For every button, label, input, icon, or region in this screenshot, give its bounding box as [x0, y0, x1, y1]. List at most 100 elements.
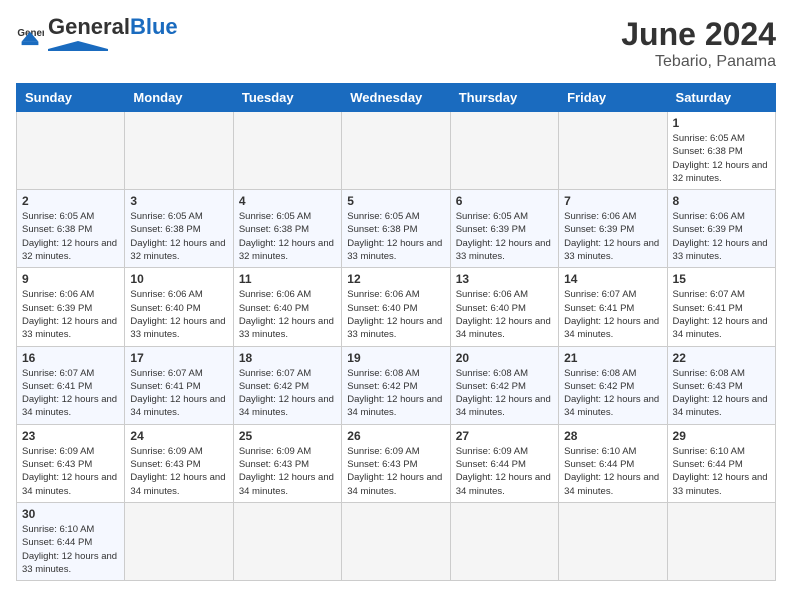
day-info: Sunrise: 6:09 AMSunset: 6:44 PMDaylight:…	[456, 445, 553, 498]
month-title: June 2024	[621, 16, 776, 53]
calendar-cell: 11Sunrise: 6:06 AMSunset: 6:40 PMDayligh…	[233, 268, 341, 346]
day-info: Sunrise: 6:07 AMSunset: 6:41 PMDaylight:…	[564, 288, 661, 341]
calendar-cell: 30Sunrise: 6:10 AMSunset: 6:44 PMDayligh…	[17, 502, 125, 580]
day-info: Sunrise: 6:05 AMSunset: 6:38 PMDaylight:…	[130, 210, 227, 263]
col-saturday: Saturday	[667, 84, 775, 112]
calendar-cell: 22 Sunrise: 6:08 AMSunset: 6:43 PMDayligh…	[667, 346, 775, 424]
logo-icon: General	[16, 22, 44, 50]
calendar-cell: 1 Sunrise: 6:05 AMSunset: 6:38 PMDaylight…	[667, 112, 775, 190]
calendar-cell: 14 Sunrise: 6:07 AMSunset: 6:41 PMDayligh…	[559, 268, 667, 346]
calendar-cell: 15Sunrise: 6:07 AMSunset: 6:41 PMDayligh…	[667, 268, 775, 346]
calendar-week-row: 2 Sunrise: 6:05 AMSunset: 6:38 PMDaylight…	[17, 190, 776, 268]
day-number: 22	[673, 351, 770, 365]
calendar-cell: 10Sunrise: 6:06 AMSunset: 6:40 PMDayligh…	[125, 268, 233, 346]
day-number: 7	[564, 194, 661, 208]
day-number: 15	[673, 272, 770, 286]
day-info: Sunrise: 6:06 AMSunset: 6:39 PMDaylight:…	[673, 210, 770, 263]
calendar-cell	[342, 502, 450, 580]
calendar-cell: 3 Sunrise: 6:05 AMSunset: 6:38 PMDaylight…	[125, 190, 233, 268]
calendar-cell	[125, 112, 233, 190]
calendar-cell: 4Sunrise: 6:05 AMSunset: 6:38 PMDaylight…	[233, 190, 341, 268]
calendar-cell: 9 Sunrise: 6:06 AMSunset: 6:39 PMDaylight…	[17, 268, 125, 346]
calendar-cell	[450, 112, 558, 190]
calendar-cell: 8Sunrise: 6:06 AMSunset: 6:39 PMDaylight…	[667, 190, 775, 268]
day-number: 16	[22, 351, 119, 365]
day-number: 26	[347, 429, 444, 443]
calendar-cell: 6Sunrise: 6:05 AMSunset: 6:39 PMDaylight…	[450, 190, 558, 268]
day-info: Sunrise: 6:10 AMSunset: 6:44 PMDaylight:…	[564, 445, 661, 498]
calendar-cell	[342, 112, 450, 190]
calendar-cell: 20Sunrise: 6:08 AMSunset: 6:42 PMDayligh…	[450, 346, 558, 424]
day-number: 23	[22, 429, 119, 443]
day-number: 12	[347, 272, 444, 286]
day-info: Sunrise: 6:05 AMSunset: 6:38 PMDaylight:…	[22, 210, 119, 263]
day-info: Sunrise: 6:07 AMSunset: 6:41 PMDaylight:…	[22, 367, 119, 420]
calendar-week-row: 30Sunrise: 6:10 AMSunset: 6:44 PMDayligh…	[17, 502, 776, 580]
day-info: Sunrise: 6:06 AMSunset: 6:40 PMDaylight:…	[347, 288, 444, 341]
calendar-cell: 25 Sunrise: 6:09 AMSunset: 6:43 PMDayligh…	[233, 424, 341, 502]
day-number: 14	[564, 272, 661, 286]
day-number: 27	[456, 429, 553, 443]
day-info: Sunrise: 6:08 AMSunset: 6:42 PMDaylight:…	[347, 367, 444, 420]
day-info: Sunrise: 6:09 AMSunset: 6:43 PMDaylight:…	[22, 445, 119, 498]
calendar-cell: 28 Sunrise: 6:10 AMSunset: 6:44 PMDayligh…	[559, 424, 667, 502]
calendar-header-row: Sunday Monday Tuesday Wednesday Thursday…	[17, 84, 776, 112]
day-info: Sunrise: 6:09 AMSunset: 6:43 PMDaylight:…	[130, 445, 227, 498]
day-number: 3	[130, 194, 227, 208]
day-number: 17	[130, 351, 227, 365]
col-sunday: Sunday	[17, 84, 125, 112]
logo-underline	[48, 41, 108, 51]
day-info: Sunrise: 6:09 AMSunset: 6:43 PMDaylight:…	[239, 445, 336, 498]
calendar-cell: 26 Sunrise: 6:09 AMSunset: 6:43 PMDayligh…	[342, 424, 450, 502]
day-info: Sunrise: 6:09 AMSunset: 6:43 PMDaylight:…	[347, 445, 444, 498]
location: Tebario, Panama	[621, 53, 776, 71]
calendar-cell	[559, 112, 667, 190]
day-info: Sunrise: 6:05 AMSunset: 6:39 PMDaylight:…	[456, 210, 553, 263]
day-number: 4	[239, 194, 336, 208]
day-info: Sunrise: 6:08 AMSunset: 6:43 PMDaylight:…	[673, 367, 770, 420]
calendar-cell: 17Sunrise: 6:07 AMSunset: 6:41 PMDayligh…	[125, 346, 233, 424]
calendar-table: Sunday Monday Tuesday Wednesday Thursday…	[16, 83, 776, 581]
calendar-cell: 29 Sunrise: 6:10 AMSunset: 6:44 PMDayligh…	[667, 424, 775, 502]
calendar-cell	[450, 502, 558, 580]
col-thursday: Thursday	[450, 84, 558, 112]
day-info: Sunrise: 6:06 AMSunset: 6:39 PMDaylight:…	[564, 210, 661, 263]
title-block: June 2024 Tebario, Panama	[621, 16, 776, 71]
day-number: 9	[22, 272, 119, 286]
calendar-cell: 19Sunrise: 6:08 AMSunset: 6:42 PMDayligh…	[342, 346, 450, 424]
day-number: 29	[673, 429, 770, 443]
day-info: Sunrise: 6:06 AMSunset: 6:40 PMDaylight:…	[239, 288, 336, 341]
day-info: Sunrise: 6:07 AMSunset: 6:42 PMDaylight:…	[239, 367, 336, 420]
calendar-cell	[233, 502, 341, 580]
calendar-cell: 13 Sunrise: 6:06 AMSunset: 6:40 PMDayligh…	[450, 268, 558, 346]
day-number: 10	[130, 272, 227, 286]
calendar-cell	[17, 112, 125, 190]
day-number: 25	[239, 429, 336, 443]
calendar-week-row: 16 Sunrise: 6:07 AMSunset: 6:41 PMDayligh…	[17, 346, 776, 424]
day-number: 24	[130, 429, 227, 443]
day-number: 1	[673, 116, 770, 130]
calendar-cell: 23 Sunrise: 6:09 AMSunset: 6:43 PMDayligh…	[17, 424, 125, 502]
calendar-cell: 2 Sunrise: 6:05 AMSunset: 6:38 PMDaylight…	[17, 190, 125, 268]
day-info: Sunrise: 6:06 AMSunset: 6:39 PMDaylight:…	[22, 288, 119, 341]
day-number: 28	[564, 429, 661, 443]
col-monday: Monday	[125, 84, 233, 112]
calendar-cell: 27 Sunrise: 6:09 AMSunset: 6:44 PMDayligh…	[450, 424, 558, 502]
calendar-cell: 16 Sunrise: 6:07 AMSunset: 6:41 PMDayligh…	[17, 346, 125, 424]
calendar-week-row: 9 Sunrise: 6:06 AMSunset: 6:39 PMDaylight…	[17, 268, 776, 346]
page-header: General GeneralBlue June 2024 Tebario, P…	[16, 16, 776, 71]
calendar-cell: 12 Sunrise: 6:06 AMSunset: 6:40 PMDayligh…	[342, 268, 450, 346]
calendar-cell: 21Sunrise: 6:08 AMSunset: 6:42 PMDayligh…	[559, 346, 667, 424]
day-number: 21	[564, 351, 661, 365]
day-number: 2	[22, 194, 119, 208]
col-friday: Friday	[559, 84, 667, 112]
day-info: Sunrise: 6:05 AMSunset: 6:38 PMDaylight:…	[673, 132, 770, 185]
calendar-cell	[667, 502, 775, 580]
day-info: Sunrise: 6:06 AMSunset: 6:40 PMDaylight:…	[456, 288, 553, 341]
calendar-cell: 5Sunrise: 6:05 AMSunset: 6:38 PMDaylight…	[342, 190, 450, 268]
day-info: Sunrise: 6:10 AMSunset: 6:44 PMDaylight:…	[673, 445, 770, 498]
day-info: Sunrise: 6:10 AMSunset: 6:44 PMDaylight:…	[22, 523, 119, 576]
day-number: 13	[456, 272, 553, 286]
calendar-cell: 24 Sunrise: 6:09 AMSunset: 6:43 PMDayligh…	[125, 424, 233, 502]
calendar-cell	[125, 502, 233, 580]
